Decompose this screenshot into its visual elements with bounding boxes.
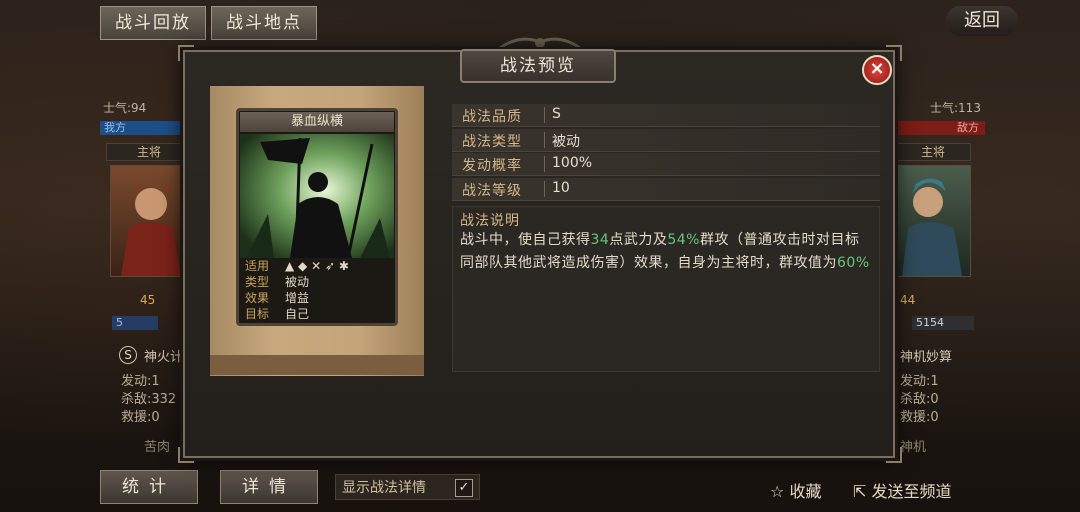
- desc-part: 战斗中，使自己获得: [460, 232, 591, 248]
- favorite-label: 收藏: [789, 482, 822, 501]
- star-icon: ☆: [770, 482, 785, 501]
- left-stat-rescue: 救援:0: [121, 410, 160, 425]
- left-morale: 士气:94: [103, 101, 147, 115]
- card-row-key: 适用: [245, 259, 270, 273]
- info-value: 10: [552, 180, 570, 196]
- info-row-type: 战法类型 被动: [452, 129, 880, 152]
- info-row-probability: 发动概率 100%: [452, 153, 880, 176]
- left-commander-label: 主将: [106, 143, 192, 161]
- info-key: 战法等级: [462, 183, 522, 199]
- card-row-value: 增益: [285, 291, 310, 305]
- share-icon: ⇱: [853, 482, 867, 501]
- right-team-label: 敌方: [895, 121, 985, 135]
- card-row-key: 类型: [245, 275, 270, 289]
- favorite-button[interactable]: ☆ 收藏: [770, 478, 821, 502]
- card-row-key: 目标: [245, 307, 270, 321]
- left-tactic-name: 神火计: [144, 350, 184, 365]
- right-stat-kills: 杀敌:0: [900, 392, 939, 407]
- right-general-portrait[interactable]: [897, 165, 971, 277]
- back-button[interactable]: 返回: [946, 6, 1018, 36]
- card-row-key: 效果: [245, 291, 270, 305]
- right-stat-rescue: 救援:0: [900, 410, 939, 425]
- right-troops: 5154: [912, 316, 974, 330]
- card-row-applicable: 适用 ▲ ◆ ✕ ➶ ✱: [243, 259, 393, 274]
- info-value: 被动: [552, 134, 580, 150]
- card-row-type: 类型 被动: [243, 275, 393, 290]
- divider: [544, 132, 545, 148]
- info-row-level: 战法等级 10: [452, 178, 880, 201]
- left-stat-trigger: 发动:1: [121, 374, 160, 389]
- battle-replay-button[interactable]: 战斗回放: [100, 6, 206, 40]
- card-row-target: 目标 自己: [243, 307, 393, 322]
- right-stat-trigger: 发动:1: [900, 374, 939, 389]
- tactic-card-name: 暴血纵横: [240, 112, 394, 132]
- details-button[interactable]: 详情: [220, 470, 318, 504]
- scroll-roller: [210, 355, 424, 375]
- info-key: 战法品质: [462, 109, 522, 125]
- general-avatar-icon: [121, 182, 181, 276]
- corner-ornament: [886, 45, 902, 61]
- info-row-quality: 战法品质 S: [452, 104, 880, 127]
- left-general-portrait[interactable]: [110, 165, 184, 277]
- tactic-card-art: [240, 134, 394, 258]
- send-label: 发送至频道: [871, 482, 952, 501]
- general-avatar-icon: [902, 178, 962, 276]
- info-key: 战法类型: [462, 134, 522, 150]
- right-morale: 士气:113: [930, 101, 981, 115]
- warrior-silhouette-icon: [240, 134, 394, 258]
- battle-location-button[interactable]: 战斗地点: [211, 6, 317, 40]
- divider: [544, 107, 545, 123]
- left-unit-level: 45: [140, 293, 156, 307]
- desc-highlight-aoe: 54%: [667, 232, 700, 248]
- description-title: 战法说明: [460, 213, 520, 229]
- close-button[interactable]: ×: [862, 55, 892, 85]
- desc-highlight-commander: 60%: [837, 255, 870, 271]
- divider: [544, 156, 545, 172]
- left-troop-badge: 5: [112, 316, 158, 330]
- stats-button[interactable]: 统计: [100, 470, 198, 504]
- unit-type-icons: ▲ ◆ ✕ ➶ ✱: [285, 259, 349, 273]
- corner-ornament: [178, 45, 194, 61]
- info-value: 100%: [552, 155, 593, 171]
- corner-ornament: [886, 447, 902, 463]
- left-team-label: 我方: [100, 121, 192, 135]
- desc-highlight-force: 34: [590, 232, 610, 248]
- send-to-channel-button[interactable]: ⇱ 发送至频道: [853, 478, 952, 502]
- modal-title: 战法预览: [460, 49, 616, 83]
- divider: [544, 181, 545, 197]
- show-tactic-details-toggle[interactable]: 显示战法详情 ✓: [335, 474, 480, 500]
- right-commander-label: 主将: [895, 143, 971, 161]
- card-row-value: 被动: [285, 275, 310, 289]
- right-unit-level: 44: [900, 293, 916, 307]
- right-tactic-name: 神机妙算: [900, 350, 953, 365]
- toggle-label: 显示战法详情: [342, 480, 426, 496]
- left-next-tactic: 苦肉: [144, 440, 171, 455]
- desc-part: 点武力及: [609, 232, 668, 248]
- toggle-checkbox[interactable]: ✓: [455, 479, 473, 497]
- description-text: 战斗中，使自己获得34点武力及54%群攻（普通攻击时对目标同部队其他武将造成伤害…: [460, 229, 870, 275]
- card-row-value: 自己: [285, 307, 310, 321]
- info-key: 发动概率: [462, 158, 522, 174]
- info-value: S: [552, 106, 561, 122]
- card-row-effect: 效果 增益: [243, 291, 393, 306]
- s-grade-icon: S: [119, 346, 137, 364]
- corner-ornament: [178, 447, 194, 463]
- left-stat-kills: 杀敌:332: [121, 392, 177, 407]
- right-next-tactic: 神机: [900, 440, 927, 455]
